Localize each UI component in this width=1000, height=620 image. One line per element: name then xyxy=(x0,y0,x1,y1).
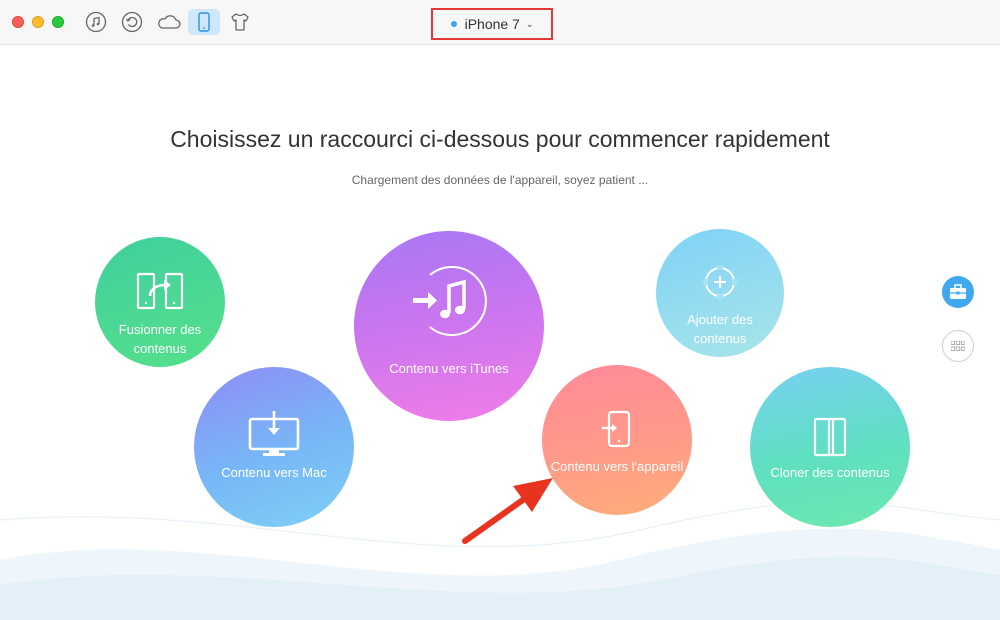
toolbar: iPhone 7 ⌄ xyxy=(0,0,1000,45)
device-name: iPhone 7 xyxy=(464,16,520,32)
merge-icon xyxy=(136,272,184,310)
close-window-button[interactable] xyxy=(12,16,24,28)
shirt-icon[interactable] xyxy=(228,10,252,34)
content-to-mac-button[interactable]: Contenu vers Mac xyxy=(194,367,354,527)
device-status-dot xyxy=(450,21,457,27)
add-label-line2: contenus xyxy=(693,331,747,346)
merge-content-button[interactable]: Fusionner des contenus xyxy=(95,237,225,367)
mac-label: Contenu vers Mac xyxy=(221,465,327,480)
phone-import-icon xyxy=(602,410,631,448)
app-window: iPhone 7 ⌄ Choisissez un raccourci ci-de… xyxy=(0,0,1000,620)
grid-icon xyxy=(951,341,965,351)
toolbox-button[interactable] xyxy=(942,276,974,308)
more-apps-button[interactable] xyxy=(942,330,974,362)
itunes-label: Contenu vers iTunes xyxy=(389,361,509,376)
clone-label: Cloner des contenus xyxy=(770,465,890,480)
cloud-icon[interactable] xyxy=(155,10,183,34)
device-selector[interactable]: iPhone 7 ⌄ xyxy=(431,8,553,40)
phone-icon[interactable] xyxy=(188,9,220,35)
add-label-line1: Ajouter des xyxy=(687,312,753,327)
clone-phones-icon xyxy=(813,417,847,457)
clone-content-button[interactable]: Cloner des contenus xyxy=(750,367,910,527)
merge-label-line1: Fusionner des xyxy=(118,322,202,337)
music-icon[interactable] xyxy=(84,10,108,34)
chevron-down-icon: ⌄ xyxy=(525,18,534,29)
loading-status: Chargement des données de l'appareil, so… xyxy=(351,173,649,187)
history-icon[interactable] xyxy=(120,10,144,34)
add-crosshair-icon xyxy=(703,265,737,299)
device-label: Contenu vers l'appareil xyxy=(550,459,684,474)
page-title: Choisissez un raccourci ci-dessous pour … xyxy=(170,126,830,152)
minimize-window-button[interactable] xyxy=(32,16,44,28)
content-to-itunes-button[interactable]: Contenu vers iTunes xyxy=(354,231,544,421)
monitor-download-icon xyxy=(248,411,300,456)
merge-label-line2: contenus xyxy=(133,341,187,356)
add-content-button[interactable]: Ajouter des contenus xyxy=(656,229,784,357)
content-to-device-button[interactable]: Contenu vers l'appareil xyxy=(542,365,692,515)
toolbox-icon xyxy=(950,284,966,299)
maximize-window-button[interactable] xyxy=(52,16,64,28)
itunes-transfer-icon xyxy=(413,266,487,336)
